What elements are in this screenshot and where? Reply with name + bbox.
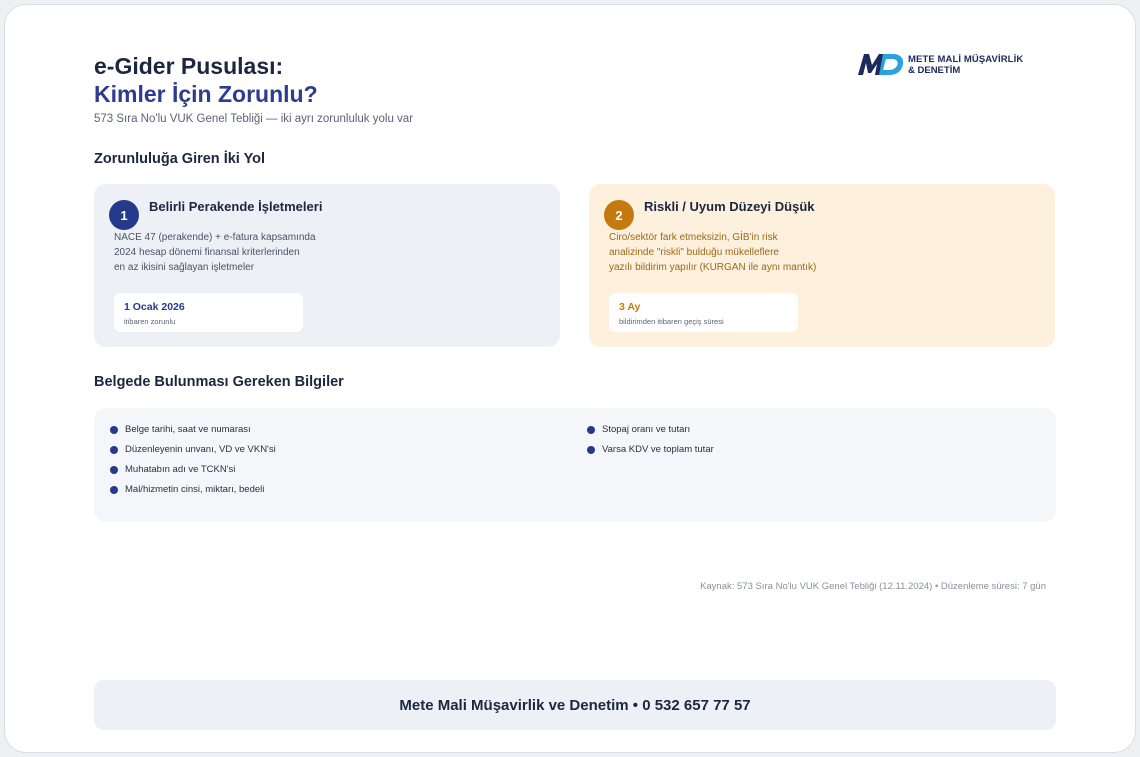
- path-description-line: 2024 hesap dönemi finansal kriterlerinde…: [114, 247, 300, 258]
- infographic-card: e-Gider Pusulası: Kimler İçin Zorunlu? 5…: [4, 4, 1136, 753]
- path-deadline-value: 1 Ocak 2026: [124, 301, 185, 313]
- path-description-line: analizinde "riskli" bulduğu mükelleflere: [609, 247, 779, 258]
- source-note: Kaynak: 573 Sıra No'lu VUK Genel Tebliği…: [700, 581, 1046, 592]
- path-deadline-pill: 3 Ay bildirimden itibaren geçiş süresi: [609, 293, 798, 332]
- path-deadline-value: 3 Ay: [619, 301, 641, 313]
- footer-contact: Mete Mali Müşavirlik ve Denetim • 0 532 …: [94, 680, 1056, 730]
- path-title: Belirli Perakende İşletmeleri: [149, 199, 323, 214]
- path-card-retail: 1 Belirli Perakende İşletmeleri NACE 47 …: [94, 184, 560, 347]
- path-description: NACE 47 (perakende) + e-fatura kapsamınd…: [114, 230, 374, 275]
- list-item: Muhatabın adı ve TCKN'si: [110, 464, 276, 484]
- company-logo: METE MALİ MÜŞAVİRLİK & DENETİM: [857, 51, 1057, 79]
- logo-text-line1: METE MALİ MÜŞAVİRLİK: [908, 54, 1024, 65]
- required-info-column-right: Stopaj oranı ve tutarı Varsa KDV ve topl…: [587, 424, 714, 464]
- logo-text-line2: & DENETİM: [908, 65, 961, 76]
- path-description-line: NACE 47 (perakende) + e-fatura kapsamınd…: [114, 232, 316, 243]
- path-deadline-pill: 1 Ocak 2026 itibaren zorunlu: [114, 293, 303, 332]
- list-item: Mal/hizmetin cinsi, miktarı, bedeli: [110, 484, 276, 504]
- path-deadline-note: bildirimden itibaren geçiş süresi: [619, 317, 724, 326]
- md-logo-icon: [858, 54, 904, 75]
- list-item: Varsa KDV ve toplam tutar: [587, 444, 714, 464]
- paths-section-title: Zorunluluğa Giren İki Yol: [94, 151, 266, 167]
- list-item: Belge tarihi, saat ve numarası: [110, 424, 276, 444]
- page-title-line1: e-Gider Pusulası:: [94, 53, 284, 79]
- path-description-line: Ciro/sektör fark etmeksizin, GİB'in risk: [609, 232, 778, 243]
- path-description: Ciro/sektör fark etmeksizin, GİB'in risk…: [609, 230, 879, 275]
- page-title-line2: Kimler İçin Zorunlu?: [94, 81, 318, 107]
- path-description-line: en az ikisini sağlayan işletmeler: [114, 262, 255, 273]
- path-deadline-note: itibaren zorunlu: [124, 317, 176, 326]
- path-number-badge: 2: [604, 200, 634, 230]
- list-item: Stopaj oranı ve tutarı: [587, 424, 714, 444]
- path-title: Riskli / Uyum Düzeyi Düşük: [644, 199, 815, 214]
- path-description-line: yazılı bildirim yapılır (KURGAN ile aynı…: [609, 262, 817, 273]
- required-info-column-left: Belge tarihi, saat ve numarası Düzenleye…: [110, 424, 276, 504]
- path-number-badge: 1: [109, 200, 139, 230]
- required-info-box: Belge tarihi, saat ve numarası Düzenleye…: [94, 408, 1056, 522]
- page-subtitle: 573 Sıra No'lu VUK Genel Tebliği — iki a…: [94, 113, 414, 125]
- list-item: Düzenleyenin unvanı, VD ve VKN'si: [110, 444, 276, 464]
- info-section-title: Belgede Bulunması Gereken Bilgiler: [94, 374, 344, 390]
- path-card-risky: 2 Riskli / Uyum Düzeyi Düşük Ciro/sektör…: [589, 184, 1055, 347]
